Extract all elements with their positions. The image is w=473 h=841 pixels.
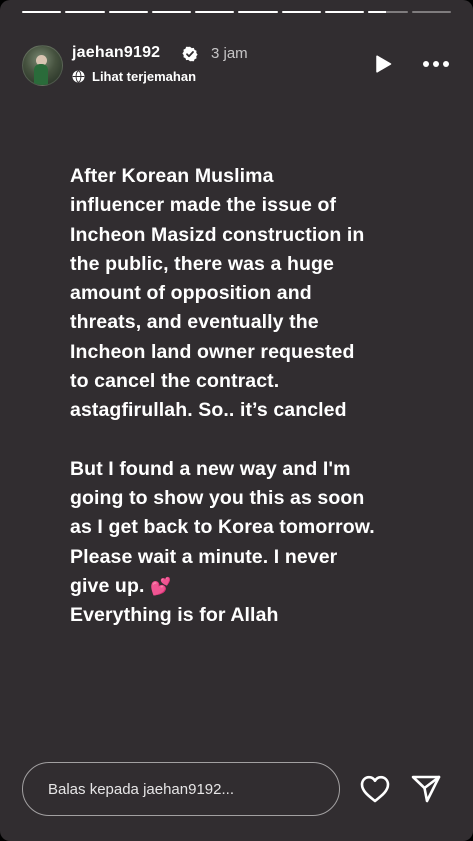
send-icon[interactable] [410,773,442,805]
text-line: Please wait a minute. I never [70,545,338,568]
verified-badge-icon [182,46,198,62]
text-line: give up. 💕 [70,574,172,597]
story-header: jaehan9192 3 jam Lihat terjemahan [22,40,451,88]
progress-segment [65,11,105,13]
progress-segment [108,11,148,13]
text-line: influencer made the issue of [70,194,337,217]
avatar[interactable] [22,45,63,86]
progress-segment [22,11,62,13]
text-line: amount of opposition and [70,282,312,305]
text-line: Everything is for Allah [70,604,279,627]
translate-link[interactable]: Lihat terjemahan [72,69,196,84]
progress-segment [195,11,235,13]
globe-icon [72,70,85,83]
username[interactable]: jaehan9192 [72,44,160,62]
text-line: astagfirullah. So.. it’s cancled [70,399,347,422]
progress-segment [411,11,451,13]
story-viewer: jaehan9192 3 jam Lihat terjemahan After … [0,0,473,841]
progress-segment [238,11,278,13]
story-paragraph-1: After Korean Muslima influencer made the… [70,162,430,426]
reply-input[interactable]: Balas kepada jaehan9192... [22,762,340,816]
progress-segment [281,11,322,13]
play-icon[interactable] [373,54,393,74]
text-line: After Korean Muslima [70,165,274,187]
text-line: to cancel the contract. [70,370,280,393]
story-paragraph-2: But I found a new way and I'm going to s… [70,455,430,631]
progress-segment [151,11,192,13]
more-icon[interactable] [421,54,451,74]
text-line: the public, there was a huge [70,252,334,275]
text-line: as I get back to Korea tomorrow. [70,516,375,539]
text-line: Incheon Masizd construction in [70,223,365,246]
text-line: Incheon land owner requested [70,340,355,363]
progress-segment [368,11,408,13]
reply-placeholder: Balas kepada jaehan9192... [48,780,234,798]
progress-segment [325,11,365,13]
post-time: 3 jam [211,45,248,62]
two-hearts-icon: 💕 [150,576,172,596]
text-line: threats, and eventually the [70,311,319,334]
text-line: But I found a new way and I'm [70,457,351,480]
heart-icon[interactable] [359,774,391,804]
story-text: After Korean Muslima influencer made the… [70,162,430,630]
story-progress-bar [22,11,451,13]
text-line: going to show you this as soon [70,486,365,509]
translate-label: Lihat terjemahan [92,69,197,84]
